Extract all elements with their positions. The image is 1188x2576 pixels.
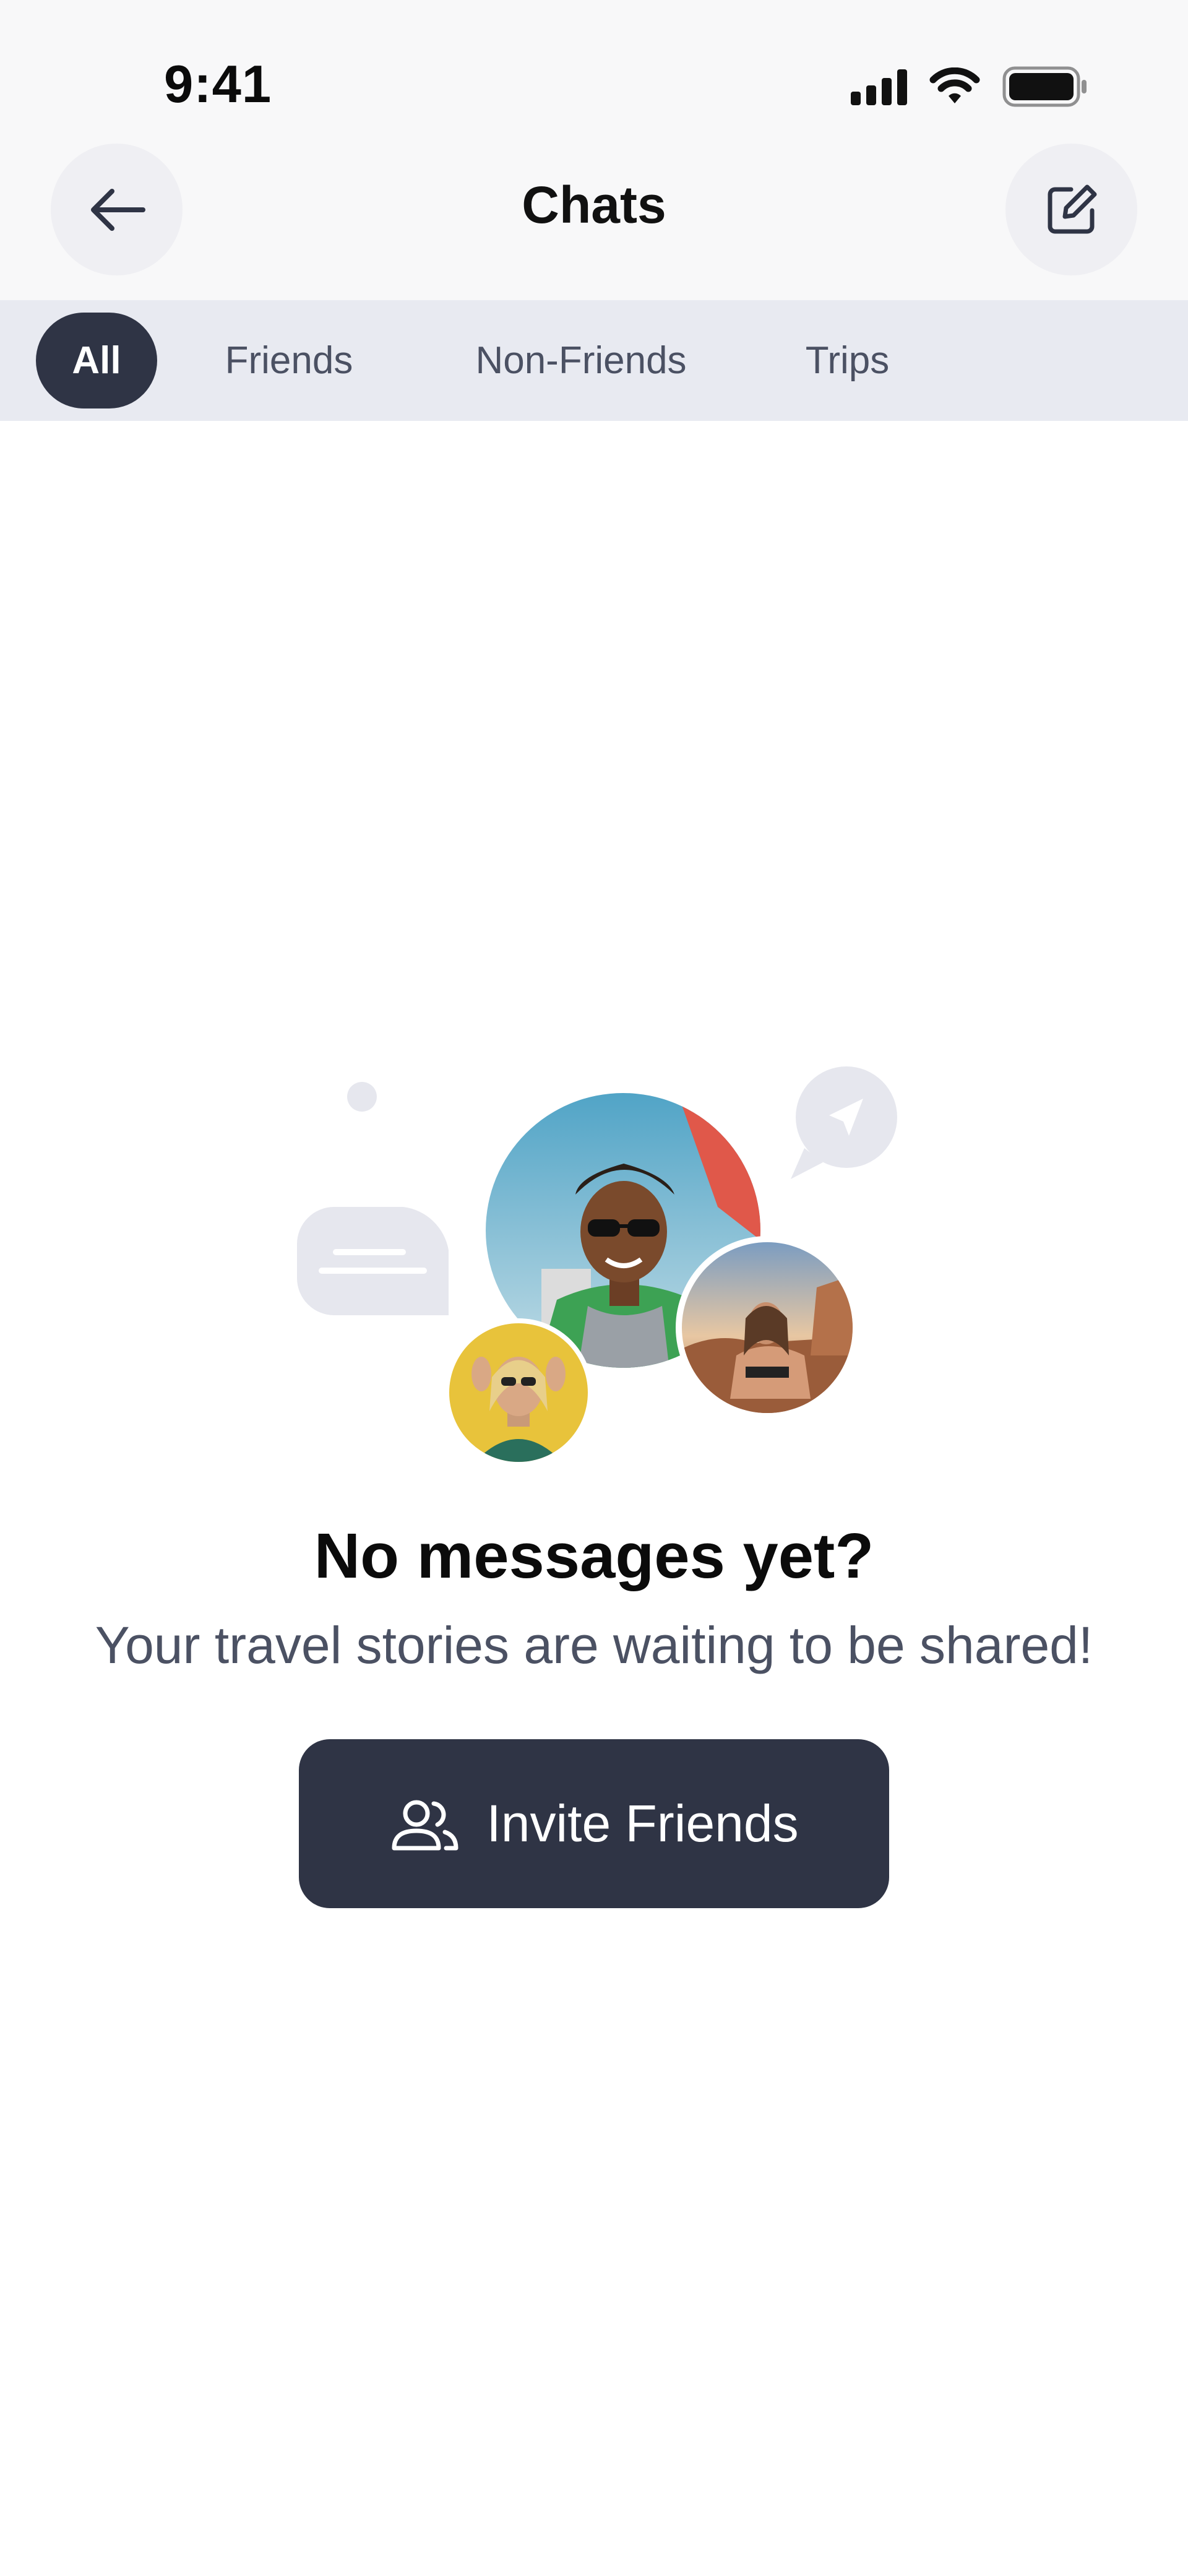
compose-icon (1048, 184, 1096, 233)
chats-screen: 9:41 Chats All Friends Non-Friends Trips… (0, 0, 1188, 2576)
empty-state-title: No messages yet? (314, 1520, 874, 1591)
header: 9:41 Chats (0, 0, 1188, 300)
status-icons (851, 65, 1089, 108)
cellular-signal-icon (851, 68, 907, 105)
invite-friends-label: Invite Friends (486, 1794, 799, 1852)
battery-icon (1002, 66, 1087, 107)
tab-trips[interactable]: Trips (781, 313, 914, 408)
tab-non-friends[interactable]: Non-Friends (444, 313, 718, 408)
chat-bubble-icon (297, 1207, 449, 1315)
invite-friends-button[interactable]: Invite Friends (299, 1739, 889, 1908)
tab-all[interactable]: All (36, 313, 157, 408)
send-icon (791, 1066, 897, 1179)
wifi-icon (929, 67, 980, 103)
empty-state-subtitle: Your travel stories are waiting to be sh… (95, 1616, 1093, 1674)
compose-button[interactable] (1005, 144, 1137, 275)
empty-state-illustration (297, 1066, 897, 1467)
decorative-dot (347, 1082, 377, 1112)
users-icon (392, 1800, 458, 1850)
tab-friends[interactable]: Friends (203, 313, 375, 408)
status-time: 9:41 (164, 55, 272, 114)
chat-filter-tabs: All Friends Non-Friends Trips (0, 300, 1188, 421)
